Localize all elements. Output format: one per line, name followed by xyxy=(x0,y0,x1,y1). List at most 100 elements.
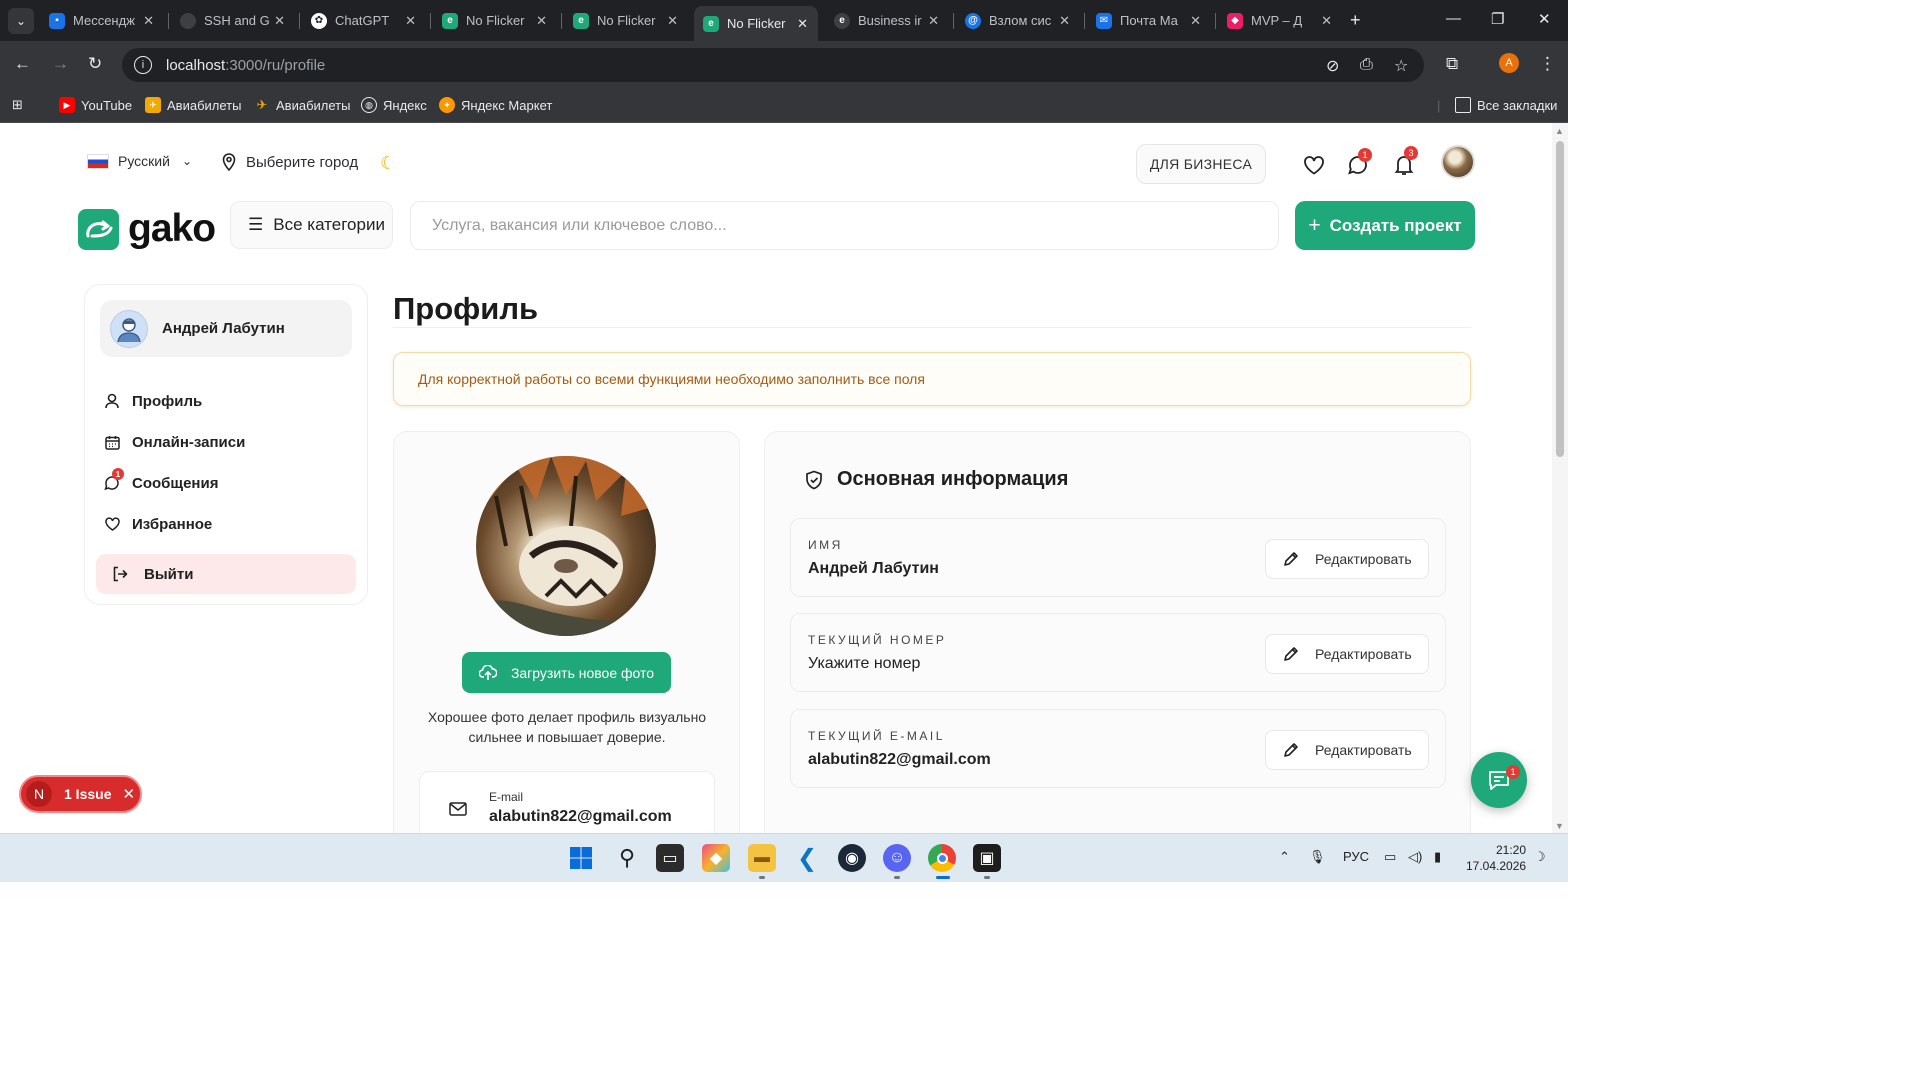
browser-tab[interactable]: ◆ MVP – Д ✕ xyxy=(1218,6,1342,35)
discord-icon[interactable]: ☺ xyxy=(883,844,911,872)
edit-name-button[interactable]: Редактировать xyxy=(1265,539,1429,579)
tab-title: No Flicker xyxy=(727,16,786,31)
chrome-icon[interactable] xyxy=(928,844,956,872)
volume-icon[interactable]: ◁) xyxy=(1408,849,1422,865)
tab-close-icon[interactable]: ✕ xyxy=(536,13,547,29)
browser-menu-icon[interactable]: ⋮ xyxy=(1539,54,1556,74)
copilot-icon[interactable]: ◆ xyxy=(702,844,730,872)
city-selector[interactable]: Выберите город xyxy=(221,153,358,171)
vscode-icon[interactable]: ❮ xyxy=(793,844,821,872)
task-view-icon[interactable]: ▭ xyxy=(656,844,684,872)
tab-close-icon[interactable]: ✕ xyxy=(274,13,285,29)
scroll-up-arrow-icon[interactable]: ▲ xyxy=(1555,126,1564,136)
sidebar-item-favorites[interactable]: Избранное xyxy=(104,513,212,535)
for-business-button[interactable]: ДЛЯ БИЗНЕСА xyxy=(1136,144,1266,184)
browser-tab[interactable]: SSH and G ✕ xyxy=(171,6,295,35)
windows-start-icon[interactable] xyxy=(567,844,595,872)
install-app-icon[interactable]: ⎙ xyxy=(1360,56,1373,74)
browser-tab[interactable]: ▪ Мессендж ✕ xyxy=(40,6,164,35)
scrollbar-thumb[interactable] xyxy=(1556,141,1564,457)
new-tab-plus-icon[interactable]: + xyxy=(1350,10,1361,31)
search-input[interactable] xyxy=(411,202,1278,249)
tab-close-icon[interactable]: ✕ xyxy=(1059,13,1070,29)
clock-date: 17.04.2026 xyxy=(1466,859,1527,873)
browser-tab[interactable]: ✿ ChatGPT ✕ xyxy=(302,6,426,35)
site-info-icon[interactable]: i xyxy=(134,56,152,74)
input-language[interactable]: РУС xyxy=(1343,849,1369,864)
sidebar-user-card[interactable]: Андрей Лабутин xyxy=(100,300,352,357)
system-clock[interactable]: 21:20 17.04.2026 xyxy=(1466,842,1526,874)
tab-close-icon[interactable]: ✕ xyxy=(1190,13,1201,29)
browser-tab[interactable]: ✉ Почта Ма ✕ xyxy=(1087,6,1211,35)
page-scrollbar[interactable]: ▲ ▼ xyxy=(1552,123,1568,833)
sidebar-item-messages[interactable]: 1 Сообщения xyxy=(104,468,218,494)
bookmark-star-icon[interactable]: ☆ xyxy=(1394,56,1408,76)
address-bar[interactable]: i localhost:3000/ru/profile ⊘ ⎙ ☆ xyxy=(122,48,1424,82)
back-arrow-icon[interactable]: ← xyxy=(14,54,31,74)
close-window-icon[interactable]: ✕ xyxy=(1538,10,1551,28)
forward-arrow-icon[interactable]: → xyxy=(52,54,69,74)
sidebar-item-bookings[interactable]: Онлайн-записи xyxy=(104,431,245,453)
restore-window-icon[interactable]: ❐ xyxy=(1491,10,1504,28)
notifications-bell-icon[interactable]: 3 xyxy=(1392,146,1418,177)
dark-mode-moon-icon[interactable]: ☾ xyxy=(380,153,396,174)
browser-tab[interactable]: e No Flicker ✕ xyxy=(564,6,688,35)
reload-icon[interactable]: ↻ xyxy=(88,54,102,74)
tab-close-icon[interactable]: ✕ xyxy=(405,13,416,29)
bookmark-yandex-market[interactable]: ✦ Яндекс Маркет xyxy=(439,95,552,115)
sidebar-item-profile[interactable]: Профиль xyxy=(104,390,202,412)
language-label: Русский xyxy=(118,153,170,169)
minimize-icon[interactable]: — xyxy=(1446,10,1461,27)
steam-icon[interactable]: ◉ xyxy=(838,844,866,872)
calendar-icon xyxy=(104,434,120,450)
tab-close-icon[interactable]: ✕ xyxy=(143,13,154,29)
browser-tab[interactable]: e No Flicker ✕ xyxy=(433,6,557,35)
support-chat-button[interactable]: 1 xyxy=(1471,752,1527,808)
field-email: ТЕКУЩИЙ E-MAIL alabutin822@gmail.com Ред… xyxy=(790,709,1446,788)
file-explorer-icon[interactable]: ▬ xyxy=(748,844,776,872)
tab-close-icon[interactable]: ✕ xyxy=(667,13,678,29)
browser-profile-avatar[interactable]: A xyxy=(1499,53,1519,73)
gako-logo[interactable]: gako xyxy=(78,207,216,251)
all-categories-button[interactable]: ☰ Все категории xyxy=(230,201,393,249)
moon-focus-icon[interactable]: ☽ xyxy=(1534,849,1546,865)
browser-tab[interactable]: @ Взлом сис ✕ xyxy=(956,6,1080,35)
browser-tab-active[interactable]: e No Flicker ✕ xyxy=(694,6,818,41)
eye-off-icon[interactable]: ⊘ xyxy=(1326,56,1339,76)
tab-close-icon[interactable]: ✕ xyxy=(1321,13,1332,29)
language-selector[interactable]: Русский ⌄ xyxy=(87,153,192,169)
dev-issues-indicator[interactable]: N 1 Issue ✕ xyxy=(19,775,142,813)
upload-photo-button[interactable]: Загрузить новое фото xyxy=(462,652,671,693)
bookmark-yandex[interactable]: ◍ Яндекс xyxy=(361,95,427,115)
messages-chat-icon[interactable]: 1 xyxy=(1346,148,1372,177)
user-avatar[interactable] xyxy=(1441,145,1475,179)
favorites-heart-icon[interactable] xyxy=(1302,153,1326,177)
browser-tab-bar: ⌄ ▪ Мессендж ✕ SSH and G ✕ ✿ ChatGPT ✕ e… xyxy=(0,0,1568,41)
browser-tab[interactable]: e Business ir ✕ xyxy=(825,6,949,35)
tab-close-icon[interactable]: ✕ xyxy=(928,13,939,29)
scroll-down-arrow-icon[interactable]: ▼ xyxy=(1555,821,1564,831)
network-icon[interactable]: ▭ xyxy=(1384,849,1396,865)
tray-chevron-up-icon[interactable]: ⌃ xyxy=(1279,849,1290,865)
create-project-button[interactable]: + Создать проект xyxy=(1295,201,1475,250)
edit-phone-button[interactable]: Редактировать xyxy=(1265,634,1429,674)
terminal-app-icon[interactable]: ▣ xyxy=(973,844,1001,872)
gako-favicon-icon: e xyxy=(703,15,719,32)
tab-close-icon[interactable]: ✕ xyxy=(797,16,808,32)
location-pin-icon xyxy=(222,153,236,171)
bookmark-aviasales[interactable]: ✈ Авиабилеты xyxy=(145,95,241,115)
photo-hint: Хорошее фото делает профиль визуально си… xyxy=(427,709,707,745)
search-icon[interactable]: ⚲ xyxy=(613,844,641,872)
edit-email-button[interactable]: Редактировать xyxy=(1265,730,1429,770)
bookmark-youtube[interactable]: ▶ YouTube xyxy=(59,95,132,115)
battery-icon[interactable]: ▮ xyxy=(1434,849,1441,865)
extensions-icon[interactable]: ⧉ xyxy=(1446,54,1458,74)
tab-search-button[interactable]: ⌄ xyxy=(8,8,34,34)
chatgpt-favicon-icon: ✿ xyxy=(311,12,327,29)
logout-button[interactable]: Выйти xyxy=(96,554,356,594)
close-icon[interactable]: ✕ xyxy=(122,785,135,803)
all-bookmarks[interactable]: Все закладки xyxy=(1455,95,1557,115)
apps-grid-icon[interactable]: ⊞ xyxy=(12,95,23,115)
bookmark-flights[interactable]: ✈ Авиабилеты xyxy=(254,95,351,115)
microphone-icon[interactable]: 🎙︎ xyxy=(1309,849,1326,865)
